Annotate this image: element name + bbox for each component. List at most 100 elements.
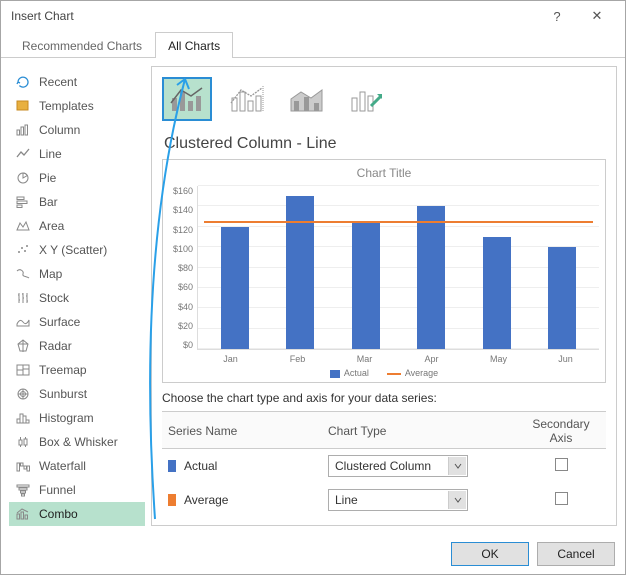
subtype-stacked-area-column[interactable]: [282, 77, 332, 121]
sidebar-item-label: Surface: [39, 315, 80, 329]
ok-button[interactable]: OK: [451, 542, 529, 566]
sidebar-item-map[interactable]: Map: [9, 262, 145, 286]
sidebar-item-label: Combo: [39, 507, 78, 521]
insert-chart-dialog: Insert Chart ? ✕ Recommended Charts All …: [0, 0, 626, 575]
templates-icon: [15, 98, 31, 114]
titlebar: Insert Chart ? ✕: [1, 1, 625, 31]
sidebar-item-label: Treemap: [39, 363, 87, 377]
series-instruction: Choose the chart type and axis for your …: [162, 391, 606, 405]
sidebar-item-label: Stock: [39, 291, 69, 305]
pie-icon: [15, 170, 31, 186]
col-series-name: Series Name: [162, 412, 322, 449]
cancel-button[interactable]: Cancel: [537, 542, 615, 566]
sidebar-item-label: Map: [39, 267, 62, 281]
subtype-row: [162, 77, 606, 121]
histogram-icon: [15, 410, 31, 426]
treemap-icon: [15, 362, 31, 378]
chevron-down-icon: [448, 457, 466, 475]
tabstrip: Recommended Charts All Charts: [1, 31, 625, 58]
radar-icon: [15, 338, 31, 354]
legend-swatch-average: [387, 373, 401, 375]
close-button[interactable]: ✕: [577, 8, 617, 24]
sidebar-item-waterfall[interactable]: Waterfall: [9, 454, 145, 478]
sidebar-item-label: Bar: [39, 195, 58, 209]
y-axis: $160$140$120$100$80$60$40$20$0: [169, 186, 197, 364]
col-chart-type: Chart Type: [322, 412, 516, 449]
sidebar-item-label: Templates: [39, 99, 94, 113]
chart-type-select-actual[interactable]: Clustered Column: [328, 455, 468, 477]
plot-area: [197, 186, 599, 350]
series-name-text: Actual: [184, 459, 217, 473]
sidebar-item-surface[interactable]: Surface: [9, 310, 145, 334]
sidebar-item-radar[interactable]: Radar: [9, 334, 145, 358]
sidebar-item-scatter[interactable]: X Y (Scatter): [9, 238, 145, 262]
subtype-custom-combo[interactable]: [342, 77, 392, 121]
chart-type-name: Clustered Column - Line: [164, 135, 606, 153]
waterfall-icon: [15, 458, 31, 474]
sidebar-item-label: Recent: [39, 75, 77, 89]
sidebar-item-label: Radar: [39, 339, 72, 353]
tab-recommended[interactable]: Recommended Charts: [9, 32, 155, 58]
combo-icon: [15, 506, 31, 522]
scatter-icon: [15, 242, 31, 258]
chevron-down-icon: [448, 491, 466, 509]
bar-icon: [15, 194, 31, 210]
sunburst-icon: [15, 386, 31, 402]
sidebar-item-label: X Y (Scatter): [39, 243, 107, 257]
map-icon: [15, 266, 31, 282]
sidebar-item-label: Line: [39, 147, 62, 161]
col-secondary-axis: Secondary Axis: [516, 412, 606, 449]
sidebar-item-column[interactable]: Column: [9, 118, 145, 142]
series-row: Average Line: [162, 483, 606, 517]
surface-icon: [15, 314, 31, 330]
chart-title: Chart Title: [169, 166, 599, 180]
boxwhisker-icon: [15, 434, 31, 450]
chart-preview[interactable]: Chart Title $160$140$120$100$80$60$40$20…: [162, 159, 606, 383]
series-swatch: [168, 460, 176, 472]
sidebar-item-label: Box & Whisker: [39, 435, 118, 449]
window-title: Insert Chart: [11, 9, 537, 23]
series-name-text: Average: [184, 493, 228, 507]
sidebar-item-treemap[interactable]: Treemap: [9, 358, 145, 382]
sidebar-item-templates[interactable]: Templates: [9, 94, 145, 118]
area-icon: [15, 218, 31, 234]
legend-label-average: Average: [405, 368, 438, 378]
subtype-clustered-column-line-secondary[interactable]: [222, 77, 272, 121]
x-axis: JanFebMarAprMayJun: [197, 354, 599, 364]
sidebar-item-label: Histogram: [39, 411, 94, 425]
line-icon: [15, 146, 31, 162]
sidebar-item-label: Sunburst: [39, 387, 87, 401]
series-swatch: [168, 494, 176, 506]
recent-icon: [15, 74, 31, 90]
sidebar-item-line[interactable]: Line: [9, 142, 145, 166]
sidebar-item-funnel[interactable]: Funnel: [9, 478, 145, 502]
sidebar-item-label: Column: [39, 123, 80, 137]
tab-all-charts[interactable]: All Charts: [155, 32, 233, 58]
sidebar-item-label: Area: [39, 219, 64, 233]
legend: Actual Average: [169, 364, 599, 380]
sidebar-item-combo[interactable]: Combo: [9, 502, 145, 526]
main-panel: Clustered Column - Line Chart Title $160…: [151, 66, 617, 526]
dialog-footer: OK Cancel: [1, 534, 625, 574]
sidebar-item-recent[interactable]: Recent: [9, 70, 145, 94]
sidebar-item-boxwhisker[interactable]: Box & Whisker: [9, 430, 145, 454]
sidebar-item-label: Pie: [39, 171, 56, 185]
chart-type-sidebar: Recent Templates Column Line Pie Bar Are…: [9, 66, 145, 526]
sidebar-item-stock[interactable]: Stock: [9, 286, 145, 310]
secondary-axis-checkbox-actual[interactable]: [555, 458, 568, 471]
chart-type-select-average[interactable]: Line: [328, 489, 468, 511]
subtype-clustered-column-line[interactable]: [162, 77, 212, 121]
legend-swatch-actual: [330, 370, 340, 378]
legend-label-actual: Actual: [344, 368, 369, 378]
series-row: Actual Clustered Column: [162, 449, 606, 484]
sidebar-item-area[interactable]: Area: [9, 214, 145, 238]
funnel-icon: [15, 482, 31, 498]
sidebar-item-histogram[interactable]: Histogram: [9, 406, 145, 430]
help-button[interactable]: ?: [537, 9, 577, 24]
sidebar-item-label: Funnel: [39, 483, 76, 497]
sidebar-item-bar[interactable]: Bar: [9, 190, 145, 214]
sidebar-item-pie[interactable]: Pie: [9, 166, 145, 190]
sidebar-item-sunburst[interactable]: Sunburst: [9, 382, 145, 406]
secondary-axis-checkbox-average[interactable]: [555, 492, 568, 505]
sidebar-item-label: Waterfall: [39, 459, 86, 473]
